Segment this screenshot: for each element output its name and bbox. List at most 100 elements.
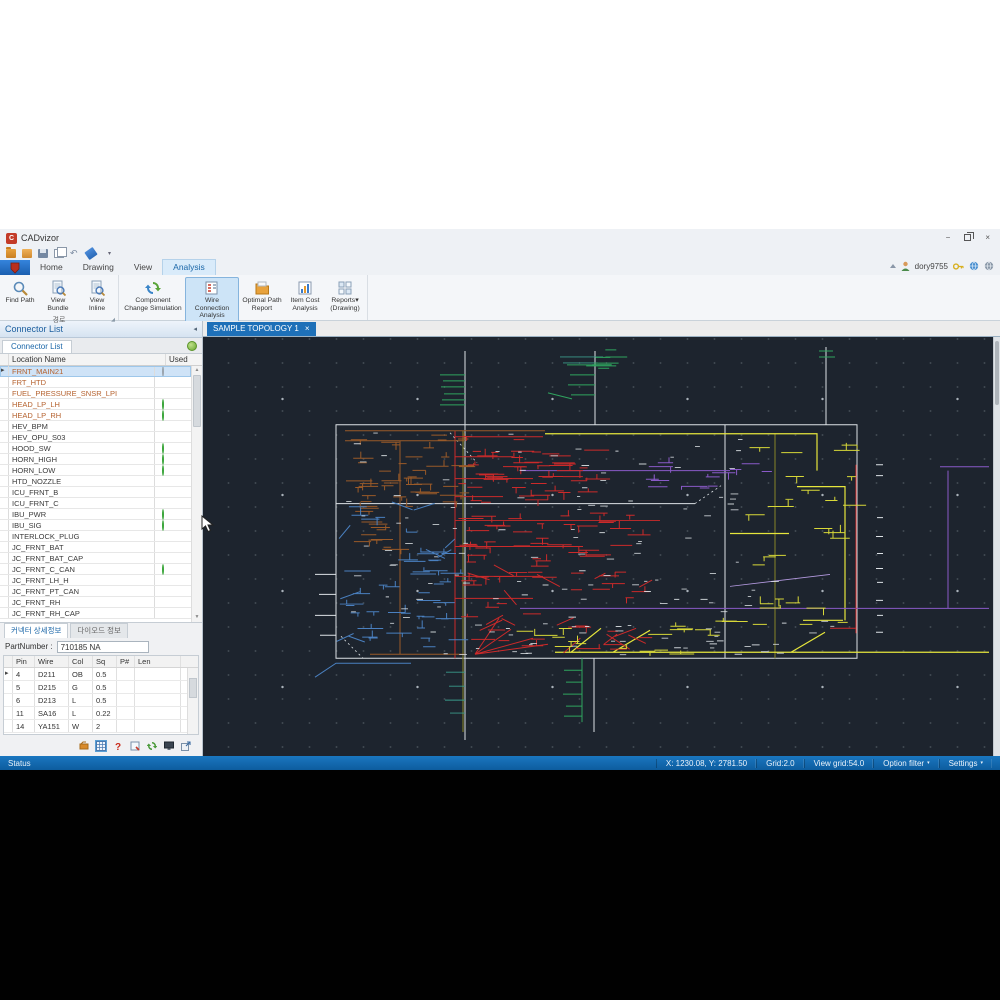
open-folder-icon[interactable] [22, 249, 32, 258]
connector-row[interactable]: JC_FRNT_C_CAN [0, 564, 191, 575]
view-inline-button[interactable]: View Inline [78, 277, 116, 315]
topology-canvas[interactable] [203, 337, 993, 756]
connector-table-header: Location Name Used [0, 354, 202, 366]
pin-column-sq[interactable]: Sq [93, 656, 117, 667]
detail-tab[interactable]: 다이오드 정보 [70, 623, 128, 638]
column-used[interactable]: Used [166, 354, 202, 365]
tab-view[interactable]: View [124, 260, 162, 275]
connector-table-scrollbar[interactable]: ▲ ▼ [191, 366, 202, 622]
used-indicator [162, 366, 164, 377]
pin-row[interactable]: 5 D215 G 0.5 [4, 681, 187, 694]
pin-column-col[interactable]: Col [69, 656, 93, 667]
used-indicator [162, 454, 164, 465]
svg-text:?: ? [115, 742, 121, 751]
pin-row[interactable]: 4D211OB0.5 [4, 668, 187, 681]
connector-row[interactable]: JC_FRNT_RH [0, 597, 191, 608]
part-number-field[interactable]: 710185 NA [56, 640, 149, 653]
connector-row[interactable]: ICU_FRNT_C [0, 498, 191, 509]
canvas-scrollbar[interactable] [993, 337, 1000, 756]
help-icon[interactable]: ? [112, 740, 124, 752]
export-icon[interactable] [180, 740, 192, 752]
letterbox-bottom [0, 770, 1000, 1000]
pin-column-wire[interactable]: Wire [35, 656, 69, 667]
view-bundle-button[interactable]: View Bundle [38, 277, 78, 315]
letterbox-top [0, 0, 1000, 229]
undo-icon[interactable]: ↶ [70, 249, 80, 258]
statusbar: Status X: 1230.08, Y: 2781.50 Grid:2.0 Vie… [0, 756, 1000, 770]
minimize-button[interactable]: − [946, 233, 951, 243]
document-close-icon[interactable]: × [305, 324, 310, 333]
status-view-grid-54-0: View grid:54.0 [803, 758, 874, 768]
pin-row[interactable]: 11 SA16 L 0.22 [4, 707, 187, 720]
find-path-button[interactable]: Find Path [2, 277, 38, 308]
pin-row[interactable]: 14 YA151 W 2 [4, 720, 187, 733]
app-menu-button[interactable] [0, 260, 30, 275]
scroll-thumb[interactable] [193, 375, 201, 427]
open-icon[interactable] [6, 247, 16, 258]
connector-row[interactable]: JC_FRNT_LH_H [0, 575, 191, 586]
tab-home[interactable]: Home [30, 260, 73, 275]
detail-tab[interactable]: 커넥터 상세정보 [4, 623, 69, 638]
document-tab[interactable]: SAMPLE TOPOLOGY 1 × [207, 322, 316, 336]
optimal-path-report-button[interactable]: Optimal Path Report [239, 277, 285, 315]
connector-row[interactable]: HEV_BPM [0, 421, 191, 432]
connector-row[interactable]: ICU_FRNT_B [0, 487, 191, 498]
scroll-down-icon[interactable]: ▼ [192, 613, 202, 622]
column-location-name[interactable]: Location Name [9, 354, 166, 365]
tab-analysis[interactable]: Analysis [162, 259, 216, 275]
pin-table-scrollbar[interactable] [187, 668, 198, 734]
table-icon[interactable] [95, 739, 107, 752]
scroll-up-icon[interactable]: ▲ [192, 366, 202, 375]
connector-row[interactable]: FRT_HTD [0, 377, 191, 388]
reports-drawing-button[interactable]: Reports▾ (Drawing) [325, 277, 365, 315]
key-icon[interactable] [953, 262, 964, 271]
connector-row[interactable]: INTERLOCK_PLUG [0, 531, 191, 542]
preview-icon[interactable] [129, 740, 141, 752]
monitor-icon[interactable] [163, 740, 175, 752]
wire-harness-drawing [314, 346, 989, 741]
tab-drawing[interactable]: Drawing [73, 260, 124, 275]
dialog-launcher-icon[interactable]: ◢ [111, 318, 115, 323]
connector-row[interactable]: JC_FRNT_BAT_CAP [0, 553, 191, 564]
save-icon[interactable] [38, 249, 48, 258]
pin-column-pin[interactable]: Pin [13, 656, 35, 667]
tools-icon[interactable] [78, 740, 90, 752]
connector-row[interactable]: JC_FRNT_PT_CAN [0, 586, 191, 597]
drawing-area: SAMPLE TOPOLOGY 1 × [203, 321, 1000, 756]
pin-column-len[interactable]: Len [135, 656, 181, 667]
restore-button[interactable] [964, 232, 975, 241]
connector-row[interactable]: HEAD_LP_RH [0, 410, 191, 421]
user-area: dory9755 [889, 261, 994, 271]
connector-row[interactable]: FUEL_PRESSURE_SNSR_LPI [0, 388, 191, 399]
connector-row[interactable]: HOOD_SW [0, 443, 191, 454]
connector-row[interactable]: HEV_OPU_S03 [0, 432, 191, 443]
connector-row[interactable]: HTD_NOZZLE [0, 476, 191, 487]
collapse-ribbon-icon[interactable] [889, 264, 896, 268]
item-cost-analysis-button[interactable]: Item Cost Analysis [285, 277, 325, 315]
pin-row[interactable]: 6 D213 L 0.5 [4, 694, 187, 707]
pin-column-pnum[interactable]: P# [117, 656, 135, 667]
connector-row[interactable]: FRNT_MAIN21 [0, 366, 191, 377]
part-number-row: PartNumber : 710185 NA [0, 638, 202, 655]
tab-connector-list[interactable]: Connector List [2, 340, 72, 353]
connector-row[interactable]: IBU_PWR [0, 509, 191, 520]
connector-row[interactable]: HEAD_LP_LH [0, 399, 191, 410]
status-option-filter[interactable]: Option filter ▾ [873, 758, 938, 768]
qat-more-icon[interactable]: ▾ [108, 250, 111, 257]
wire-connection-analysis-button[interactable]: Wire Connection Analysis [185, 277, 239, 323]
status-settings[interactable]: Settings ▾ [938, 758, 992, 768]
refresh-icon[interactable] [146, 740, 158, 752]
globe-gray-icon[interactable] [984, 261, 994, 271]
window-controls: − × [946, 232, 996, 243]
refresh-icon[interactable] [187, 341, 197, 351]
connector-row[interactable]: HORN_HIGH [0, 454, 191, 465]
copy-icon[interactable] [54, 247, 67, 258]
connector-row[interactable]: IBU_SIG [0, 520, 191, 531]
connector-row[interactable]: JC_FRNT_BAT [0, 542, 191, 553]
main-content: Connector List ◂ Connector List Location… [0, 321, 1000, 756]
globe-blue-icon[interactable] [969, 261, 979, 271]
connector-row[interactable]: JC_FRNT_RH_CAP [0, 608, 191, 619]
connector-row[interactable]: HORN_LOW [0, 465, 191, 476]
component-change-simulation-button[interactable]: Component Change Simulation [121, 277, 185, 315]
close-button[interactable]: × [985, 233, 990, 243]
